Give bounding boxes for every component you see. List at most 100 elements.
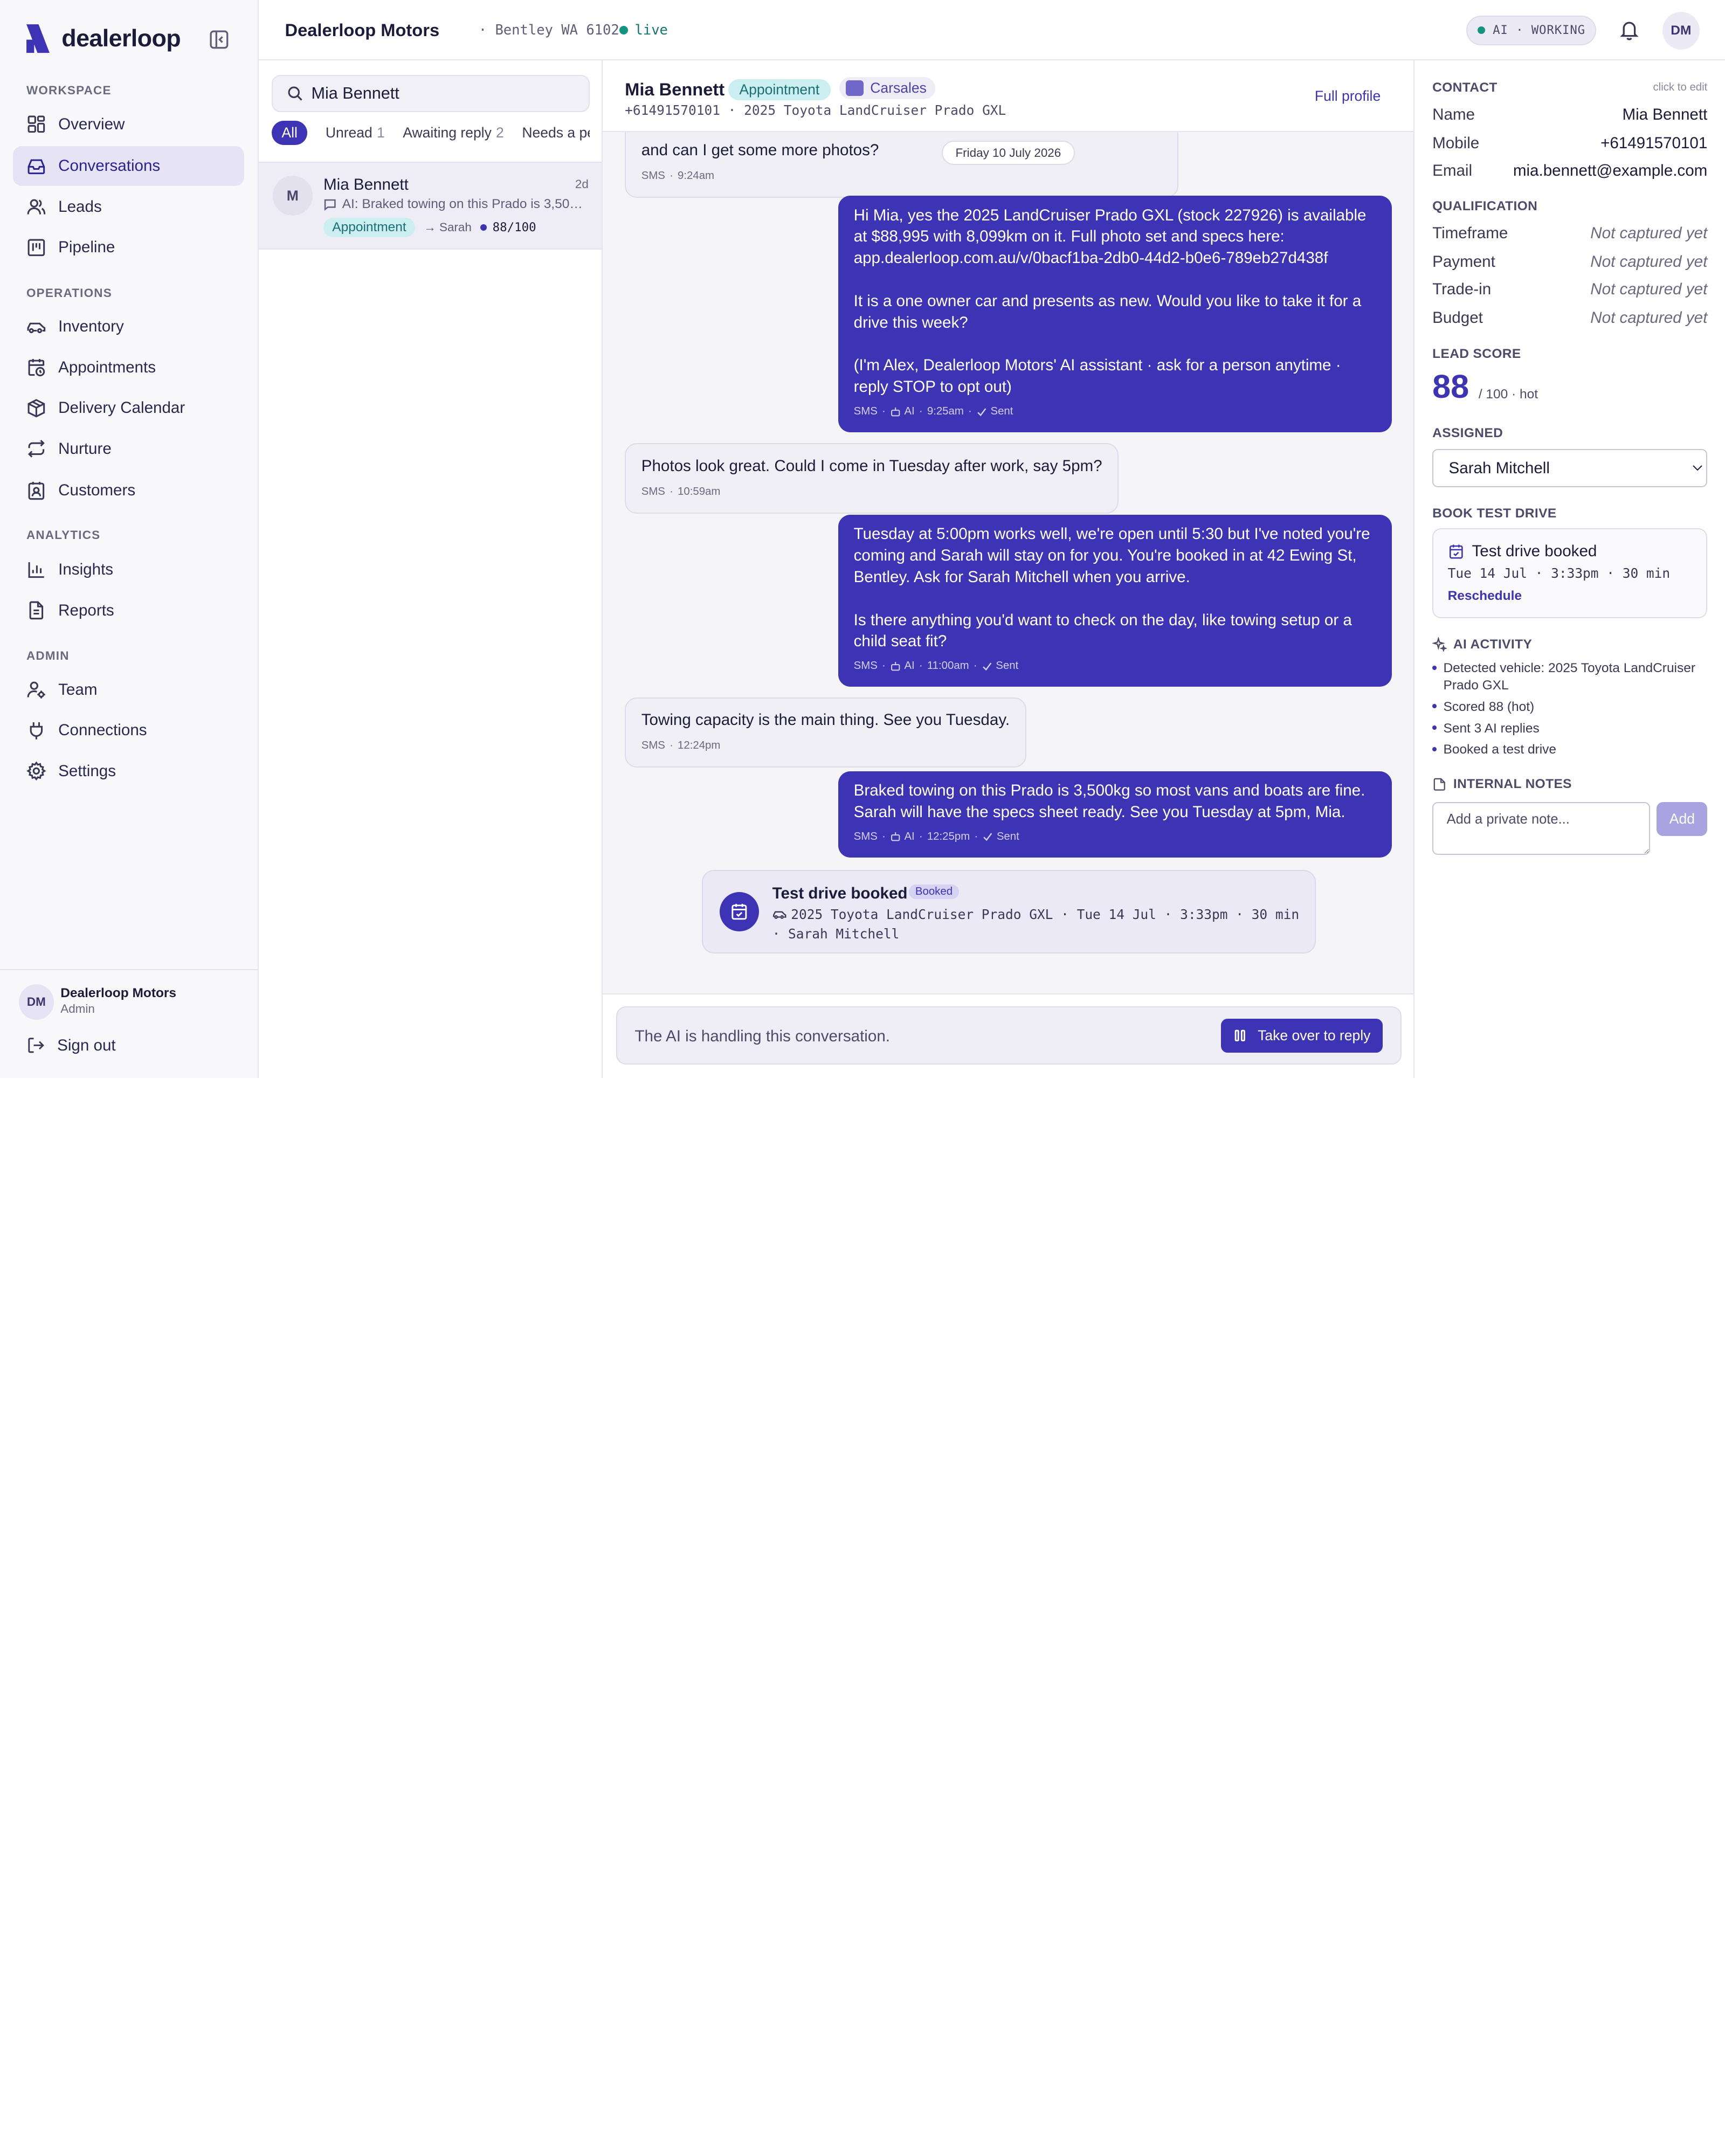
check-icon [983,833,992,841]
date-divider: Friday 10 July 2026 [941,141,1075,165]
nav-item-reports[interactable]: Reports [13,591,244,630]
conversation-time: 2d [575,177,589,191]
assigned-select[interactable]: Sarah Mitchell [1432,448,1708,488]
ai-handling-notice: The AI is handling this conversation. [634,1027,890,1045]
assignee-label: → Sarah [424,220,472,234]
take-over-button[interactable]: Take over to reply [1221,1018,1383,1053]
ai-activity-item: Booked a test drive [1432,741,1707,758]
message-text: Hi Mia, yes the 2025 LandCruiser Prado G… [853,206,1367,396]
filter-needs-person[interactable]: Needs a person [522,121,590,145]
full-profile-link[interactable]: Full profile [1315,88,1381,105]
users-icon [27,199,46,215]
add-note-button[interactable]: Add [1657,801,1708,836]
sign-out-label: Sign out [57,1036,116,1054]
user-avatar[interactable]: DM [1662,12,1700,50]
nav-item-label: Settings [58,762,116,780]
contact-field-name[interactable]: Name Mia Bennett [1432,106,1707,124]
qual-field-payment[interactable]: Payment Not captured yet [1432,253,1707,271]
ai-activity-heading-text: AI ACTIVITY [1453,637,1533,652]
test-drive-when: Tue 14 Jul · 3:33pm · 30 min [1447,565,1671,581]
dealerloop-logo-icon [26,24,50,53]
ai-activity-list: Detected vehicle: 2025 Toyota LandCruise… [1432,660,1707,763]
nav-item-inventory[interactable]: Inventory [13,307,244,346]
field-value: Not captured yet [1590,253,1708,271]
thread-contact-name: Mia Bennett [625,79,725,99]
message-sender: AI [904,405,915,417]
message-meta: SMS · AI · 12:25pm · Sent [854,826,1376,848]
message-meta: SMS · 9:24am [641,165,1162,187]
nav-item-connections[interactable]: Connections [13,710,244,750]
qual-field-budget[interactable]: Budget Not captured yet [1432,309,1707,327]
nav-item-overview[interactable]: Overview [13,105,244,144]
field-key: Email [1432,161,1473,179]
nav-item-insights[interactable]: Insights [13,550,244,589]
pause-icon [1234,1029,1246,1041]
qual-field-timeframe[interactable]: Timeframe Not captured yet [1432,224,1707,243]
sidebar-footer: DM Dealerloop Motors Admin Sign out [0,969,259,1078]
car-icon [27,322,46,333]
test-drive-booked-card: Test drive booked Booked 2025 Toyota Lan… [702,870,1316,954]
message-text: and can I get some more photos? [641,141,879,160]
nav-item-customers[interactable]: Customers [13,471,244,510]
filter-all[interactable]: All [272,121,308,146]
nav-item-label: Delivery Calendar [58,399,185,417]
message-inbound: and can I get some more photos? SMS · 9:24… [625,132,1178,198]
message-text: Braked towing on this Prado is 3,500kg s… [853,781,1365,821]
bell-icon[interactable] [1618,19,1640,41]
assigned-heading: ASSIGNED [1432,425,1503,440]
nav-section-workspace: WORKSPACE [26,84,112,98]
filter-awaiting-reply[interactable]: Awaiting reply 2 [403,121,504,145]
message-text: Tuesday at 5:00pm works well, we're open… [853,525,1370,651]
calendar-check-icon [1449,544,1463,559]
collapse-sidebar-icon[interactable] [208,29,230,51]
reschedule-link[interactable]: Reschedule [1448,589,1522,604]
contact-field-email[interactable]: Email mia.bennett@example.com [1432,162,1707,180]
message-list[interactable]: and can I get some more photos? SMS · 9:24… [603,132,1413,993]
nav-item-nurture[interactable]: Nurture [13,429,244,468]
booking-assignee: · Sarah Mitchell [772,926,900,942]
field-value: +61491570101 [1600,134,1708,152]
nav-item-leads[interactable]: Leads [13,187,244,226]
field-value: Mia Bennett [1622,105,1708,123]
qual-field-trade-in[interactable]: Trade-in Not captured yet [1432,280,1707,299]
message-channel: SMS [853,830,878,842]
nav-item-team[interactable]: Team [13,670,244,709]
nav-item-settings[interactable]: Settings [13,751,244,791]
test-drive-title-text: Test drive booked [1472,542,1597,561]
field-key: Timeframe [1432,224,1508,243]
nav-item-conversations[interactable]: Conversations [13,146,245,186]
contact-heading: CONTACT [1432,80,1498,95]
car-icon [772,911,786,919]
live-label: live [634,22,668,38]
message-sender: AI [904,660,915,672]
sign-out-button[interactable]: Sign out [26,1036,116,1055]
brand[interactable]: dealerloop [24,22,181,55]
conversation-list-pane: All Unread1 Awaiting reply2 Needs a pers… [258,60,603,1078]
calendar-check-badge [719,892,760,932]
stage-badge: Appointment [728,79,831,101]
account-avatar[interactable]: DM [18,984,54,1020]
message-time: 11:00am [927,660,969,672]
contact-field-mobile[interactable]: Mobile +61491570101 [1432,134,1707,153]
search-input[interactable] [311,84,576,103]
message-text: Towing capacity is the main thing. See y… [641,711,1010,729]
check-icon [982,662,992,671]
message-time: 10:59am [678,485,721,497]
grid-icon [27,115,45,133]
contact-icon [28,481,45,500]
book-test-drive-heading: BOOK TEST DRIVE [1432,506,1557,521]
internal-note-input[interactable] [1432,801,1651,855]
lead-score-suffix: / 100 · hot [1478,387,1538,402]
filter-unread[interactable]: Unread 1 [326,121,385,145]
nav-item-appointments[interactable]: Appointments [13,348,244,387]
nav-item-pipeline[interactable]: Pipeline [13,227,244,267]
nav-item-delivery-calendar[interactable]: Delivery Calendar [13,388,244,427]
ai-activity-item: Scored 88 (hot) [1432,699,1707,716]
conversation-list-item[interactable]: M Mia Bennett 2d AI: Braked towing on th… [258,161,602,250]
bot-icon [891,661,900,671]
nav-section-analytics: ANALYTICS [26,528,101,542]
search-box[interactable] [272,74,590,113]
composer-area: The AI is handling this conversation. Ta… [603,993,1414,1078]
source-label: Carsales [870,79,927,96]
booking-details: 2025 Toyota LandCruiser Prado GXL · Tue … [772,907,1299,922]
